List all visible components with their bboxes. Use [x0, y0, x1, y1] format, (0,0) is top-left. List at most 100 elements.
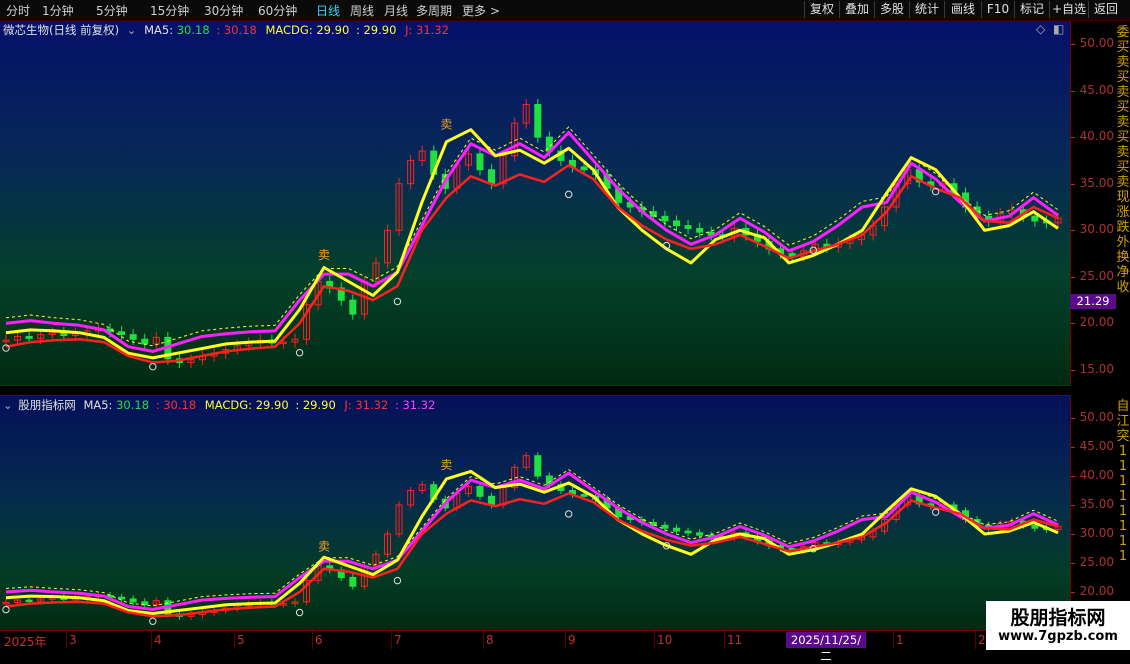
axis-tick: 50.00	[1079, 410, 1114, 424]
indicator-price-axis: 50.00 45.00 40.00 35.00 30.00 25.00 20.0…	[1070, 396, 1117, 630]
quote-side-label: 卖	[1116, 85, 1130, 100]
candle-body	[25, 599, 33, 603]
candle-body	[696, 532, 704, 536]
axis-tick: 20.00	[1079, 315, 1114, 329]
macdg-value: 29.90	[255, 398, 289, 412]
main-price-axis: 50.00 45.00 40.00 35.00 30.00 25.00 20.0…	[1070, 21, 1117, 385]
candle-body	[1031, 215, 1039, 222]
candle-body	[129, 334, 137, 340]
overlay-button[interactable]: 叠加	[839, 1, 874, 18]
period-tab-15min[interactable]: 15分钟	[150, 2, 189, 19]
quote-side-label: 1	[1118, 489, 1128, 504]
macdg-dashed-line	[5, 469, 1059, 607]
period-tab-multi[interactable]: 多周期	[416, 2, 452, 19]
quote-side-label: 1	[1118, 459, 1128, 474]
axis-tick: 20.00	[1079, 584, 1114, 598]
quote-side-label: 净	[1116, 265, 1130, 280]
axis-tick: 15.00	[1079, 362, 1114, 376]
candle-body	[534, 104, 542, 138]
date-label: 11	[727, 633, 743, 647]
candle-body	[580, 166, 588, 171]
back-button[interactable]: 返回	[1088, 1, 1123, 18]
date-label: 2025年	[4, 635, 47, 649]
period-tab-5min[interactable]: 5分钟	[96, 2, 128, 19]
macdg-label: MACDG:	[204, 398, 253, 412]
draw-button[interactable]: 画线	[944, 1, 981, 18]
date-label: 6	[315, 633, 323, 647]
candle-body	[649, 211, 657, 217]
sell-signal-marker: 卖	[440, 458, 452, 472]
date-label: 10	[657, 633, 673, 647]
period-tab-1min[interactable]: 1分钟	[42, 2, 74, 19]
quote-side-label: 跌	[1116, 220, 1130, 235]
candle-body	[118, 596, 126, 600]
period-tab-intraday[interactable]: 分时	[6, 2, 30, 19]
crosshair-date-tag: 2025/11/25/二	[786, 632, 866, 663]
date-label: 8	[486, 633, 494, 647]
add-watchlist-button[interactable]: +自选	[1049, 1, 1088, 18]
quote-side-label: 现	[1116, 190, 1130, 205]
chevron-down-icon[interactable]: ⌄	[127, 23, 137, 37]
quote-side-panel[interactable]: 委买卖买卖买卖买卖买卖现涨跌外换净收自江突11111111	[1116, 21, 1130, 630]
axis-tick: 50.00	[1079, 36, 1114, 50]
period-tab-60min[interactable]: 60分钟	[258, 2, 297, 19]
candle-body	[534, 455, 542, 477]
panel-separator	[0, 385, 1070, 386]
candle-body	[349, 299, 357, 315]
quote-side-label: 突	[1116, 429, 1130, 444]
quote-side-label: 外	[1116, 235, 1130, 250]
ma5-value: 30.18	[176, 23, 210, 37]
stats-button[interactable]: 统计	[909, 1, 944, 18]
current-price-tag: 21.29	[1070, 294, 1116, 309]
candle-body	[118, 331, 126, 336]
signal-circle-marker	[564, 190, 573, 199]
indicator-price-chart: 卖卖	[2, 452, 1062, 625]
square-icon[interactable]: ◧	[1053, 22, 1064, 36]
quote-side-label: 自	[1116, 399, 1130, 414]
quote-side-label: 买	[1116, 70, 1130, 85]
mark-button[interactable]: 标记	[1014, 1, 1049, 18]
period-tab-monthly[interactable]: 月线	[384, 2, 408, 19]
period-tab-daily[interactable]: 日线	[316, 2, 340, 19]
ma5-line	[5, 469, 1059, 615]
candle-body	[661, 215, 669, 222]
quote-side-label: 江	[1116, 414, 1130, 429]
axis-tick: 30.00	[1079, 526, 1114, 540]
signal-circle-marker	[295, 608, 304, 617]
macdg-line	[5, 471, 1059, 611]
axis-tick: 30.00	[1079, 222, 1114, 236]
date-label: 3	[69, 633, 77, 647]
adjust-button[interactable]: 复权	[804, 1, 839, 18]
macdg-value: 29.90	[316, 23, 350, 37]
sell-signal-marker: 卖	[440, 117, 452, 131]
date-label: 4	[154, 633, 162, 647]
j-line	[5, 492, 1059, 618]
candle-body	[129, 598, 137, 603]
ma5-alt-value: : 30.18	[216, 23, 257, 37]
axis-tick: 45.00	[1079, 439, 1114, 453]
candle-body	[476, 485, 484, 497]
macdg-line	[5, 131, 1059, 353]
j-value: 31.32	[355, 398, 389, 412]
ma5-value: 30.18	[116, 398, 150, 412]
period-tab-30min[interactable]: 30分钟	[204, 2, 243, 19]
quote-side-label: 买	[1116, 40, 1130, 55]
quote-side-label: 换	[1116, 250, 1130, 265]
signal-circle-marker	[149, 362, 157, 371]
axis-tick: 45.00	[1079, 83, 1114, 97]
date-label: 5	[237, 633, 245, 647]
period-tab-more[interactable]: 更多 >	[462, 2, 500, 19]
period-tab-weekly[interactable]: 周线	[350, 2, 374, 19]
main-price-chart: 卖卖	[2, 98, 1062, 371]
quote-side-label: 卖	[1116, 145, 1130, 160]
indicator-chart-panel[interactable]: 卖卖 ⌄ 股朋指标网 MA5: 30.18 : 30.18 MACDG: 29.…	[0, 396, 1070, 630]
macdg-alt-value: : 29.90	[295, 398, 336, 412]
main-chart-panel[interactable]: 卖卖 微芯生物(日线 前复权) ⌄ MA5: 30.18 : 30.18 MAC…	[0, 21, 1070, 385]
watermark-title: 股朋指标网	[1010, 607, 1106, 629]
multi-stock-button[interactable]: 多股	[874, 1, 909, 18]
diamond-icon[interactable]: ◇	[1036, 22, 1045, 36]
axis-tick: 40.00	[1079, 129, 1114, 143]
chevron-down-icon[interactable]: ⌄	[3, 398, 13, 412]
f10-button[interactable]: F10	[981, 1, 1014, 18]
axis-tick: 40.00	[1079, 468, 1114, 482]
